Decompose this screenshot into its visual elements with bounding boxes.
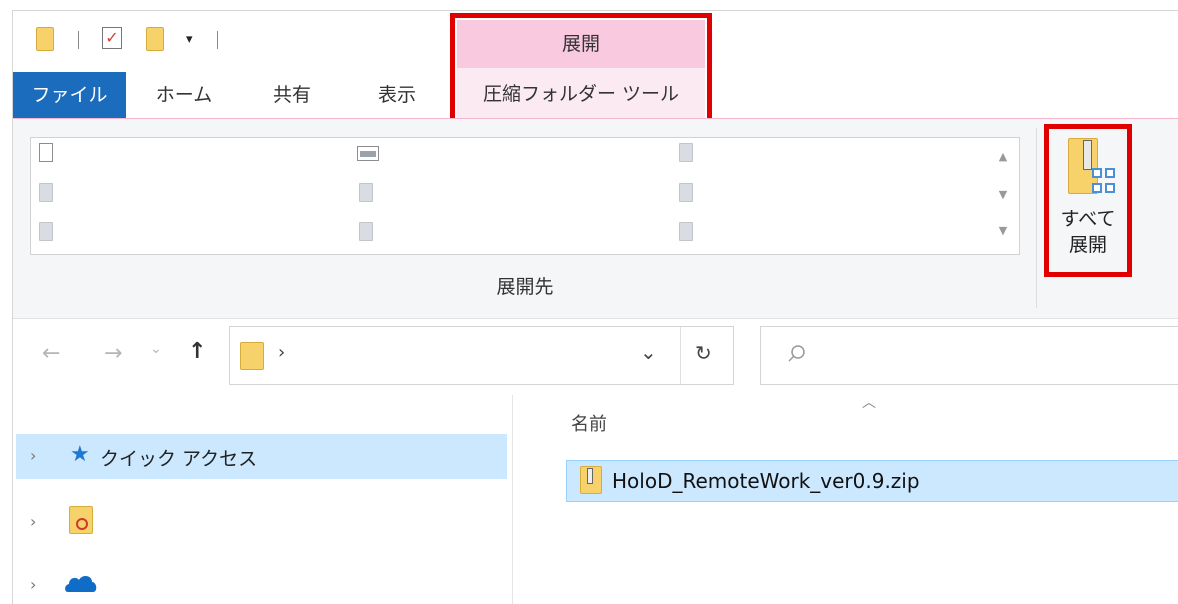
toolbar-separator	[217, 31, 218, 49]
window-top-border	[12, 10, 1178, 11]
new-folder-icon[interactable]	[146, 27, 164, 51]
nav-item-label: クイック アクセス	[100, 448, 258, 470]
forward-arrow-icon[interactable]: →	[104, 341, 122, 366]
gallery-expand-icon[interactable]: ▼	[993, 224, 1013, 237]
gallery-folder-icon[interactable]	[679, 143, 693, 162]
group-separator	[1036, 128, 1037, 308]
highlight-box-extract-all	[1044, 124, 1132, 277]
creative-cloud-badge-icon	[76, 518, 88, 530]
expand-chevron-icon[interactable]: ›	[30, 446, 36, 465]
address-dropdown-chevron-icon[interactable]: ⌄	[640, 340, 657, 364]
star-icon: ★	[70, 442, 90, 467]
gallery-folder-icon[interactable]	[679, 183, 693, 202]
folder-icon	[240, 342, 264, 370]
gallery-folder-icon[interactable]	[39, 222, 53, 241]
properties-check-icon[interactable]: ✓	[102, 27, 122, 49]
folder-icon[interactable]	[36, 27, 54, 51]
tab-view[interactable]: 表示	[355, 72, 439, 118]
group-label-extract-to: 展開先	[496, 276, 554, 298]
gallery-folder-icon[interactable]	[679, 222, 693, 241]
expand-chevron-icon[interactable]: ›	[30, 575, 36, 594]
address-bar[interactable]	[229, 326, 734, 385]
path-chevron-icon[interactable]: ›	[278, 342, 285, 363]
back-arrow-icon[interactable]: ←	[42, 341, 60, 366]
search-input[interactable]	[760, 326, 1178, 385]
gallery-folder-icon[interactable]	[39, 183, 53, 202]
gallery-scroll-up-icon[interactable]: ▲	[993, 150, 1013, 163]
file-name: HoloD_RemoteWork_ver0.9.zip	[612, 469, 920, 493]
address-divider	[680, 327, 681, 384]
pictures-folder-icon[interactable]	[357, 146, 379, 161]
onedrive-cloud-icon[interactable]	[64, 570, 100, 596]
tab-file[interactable]: ファイル	[13, 72, 126, 118]
up-arrow-icon[interactable]: ↑	[188, 339, 206, 364]
sort-ascending-icon[interactable]: ︿	[862, 392, 876, 412]
toolbar-separator	[78, 31, 79, 49]
gallery-folder-icon[interactable]	[359, 183, 373, 202]
recent-locations-chevron-icon[interactable]: ⌄	[150, 341, 162, 357]
gallery-folder-icon[interactable]	[359, 222, 373, 241]
tab-share[interactable]: 共有	[250, 72, 334, 118]
refresh-icon[interactable]: ↻	[695, 341, 712, 365]
expand-chevron-icon[interactable]: ›	[30, 512, 36, 531]
highlight-box-contextual-tab	[450, 13, 712, 125]
search-icon	[788, 345, 805, 362]
tab-home[interactable]: ホーム	[142, 72, 226, 118]
gallery-scroll-down-icon[interactable]: ▼	[993, 188, 1013, 201]
documents-folder-icon[interactable]	[39, 143, 53, 162]
zipper-icon	[587, 468, 593, 484]
pane-divider	[512, 395, 513, 604]
destination-gallery[interactable]	[30, 137, 1020, 255]
column-header-name[interactable]: 名前	[571, 410, 607, 436]
customize-toolbar-dropdown-icon[interactable]: ▾	[186, 33, 193, 47]
